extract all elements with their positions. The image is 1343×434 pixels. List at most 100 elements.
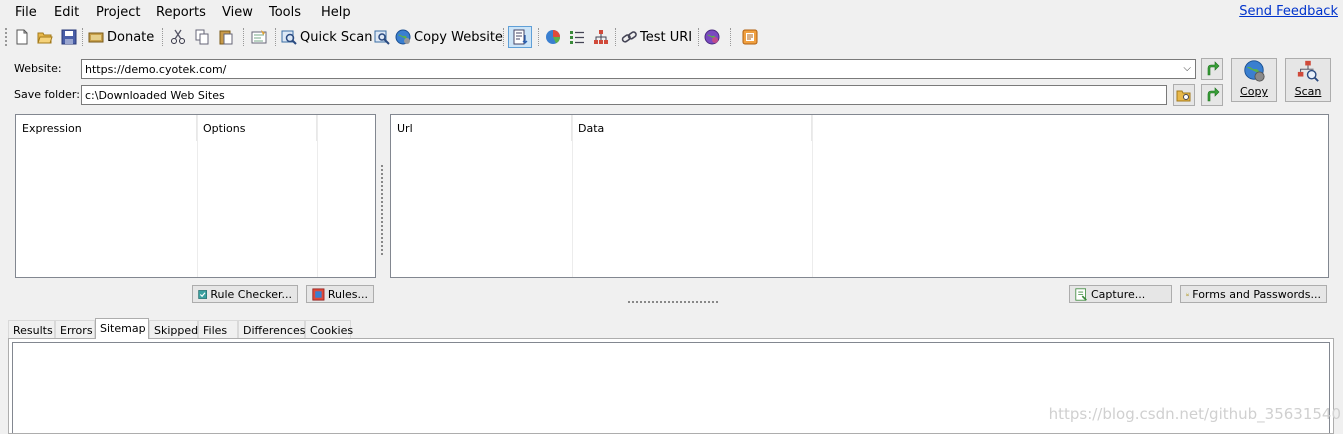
copy-icon (195, 29, 209, 45)
website-label: Website: (14, 62, 62, 75)
menu-project[interactable]: Project (96, 5, 140, 20)
folder-search-icon (1176, 90, 1191, 102)
properties-icon (251, 30, 267, 44)
list-icon (570, 31, 584, 44)
toolbar-separator (730, 28, 731, 46)
output-pane-icon (513, 29, 528, 45)
toolbar: Donate Quick Scan Copy Website Test URI (0, 24, 1343, 50)
cut-button[interactable] (170, 26, 186, 48)
menu-tools[interactable]: Tools (269, 5, 301, 20)
toolbar-separator (162, 28, 163, 46)
column-divider (572, 115, 573, 277)
menu-help[interactable]: Help (321, 5, 351, 20)
toolbar-separator (503, 28, 504, 46)
menu-bar: File Edit Project Reports View Tools Hel… (0, 0, 1343, 24)
forms-and-passwords-button[interactable]: Forms and Passwords... (1180, 285, 1327, 303)
watermark-text: https://blog.csdn.net/github_35631540 (1048, 405, 1341, 423)
column-url[interactable]: Url (391, 115, 572, 141)
copy-label: Copy (1240, 85, 1268, 98)
toolbar-separator (698, 28, 699, 46)
send-feedback-link[interactable]: Send Feedback (1239, 4, 1338, 19)
horizontal-splitter[interactable] (628, 301, 718, 304)
rules-button[interactable]: Rules... (306, 285, 374, 303)
vertical-splitter[interactable] (381, 165, 384, 255)
save-folder-input[interactable]: c:\Downloaded Web Sites (81, 85, 1167, 105)
tab-files[interactable]: Files (198, 320, 238, 338)
copy-website-big-button[interactable]: Copy (1231, 58, 1277, 102)
scan-sitemap-icon (1297, 60, 1319, 82)
column-divider (317, 115, 318, 277)
green-arrow-icon (1207, 61, 1220, 76)
rss-feed-button[interactable] (742, 26, 758, 48)
rules-list[interactable]: Expression Options (15, 114, 376, 278)
quick-scan-icon (281, 30, 297, 45)
green-arrow-icon (1207, 87, 1220, 102)
project-properties-button[interactable] (251, 26, 267, 48)
toolbar-grip[interactable] (5, 28, 7, 46)
statistics-button[interactable] (545, 26, 561, 48)
tab-results[interactable]: Results (8, 320, 55, 338)
toolbar-separator (538, 28, 539, 46)
save-folder-label: Save folder: (14, 88, 80, 101)
chevron-down-icon[interactable]: ⌵ (1183, 63, 1191, 74)
column-data[interactable]: Data (572, 115, 812, 141)
data-list[interactable]: Url Data (390, 114, 1329, 278)
donate-button[interactable]: Donate (88, 26, 154, 48)
menu-view[interactable]: View (222, 5, 253, 20)
column-expression[interactable]: Expression (16, 115, 197, 141)
link-chain-icon (621, 31, 637, 43)
menu-reports[interactable]: Reports (156, 5, 206, 20)
website-combobox[interactable]: https://demo.cyotek.com/ ⌵ (81, 59, 1196, 79)
browse-folder-button[interactable] (1173, 84, 1195, 106)
rules-icon (312, 287, 325, 301)
globe-icon (395, 29, 411, 45)
globe-gear-icon (704, 29, 720, 45)
capture-icon (1075, 287, 1087, 301)
tab-cookies[interactable]: Cookies (305, 320, 353, 338)
list-view-button[interactable] (569, 26, 585, 48)
paste-button[interactable] (218, 26, 234, 48)
scan-magnifier-icon (374, 30, 390, 45)
toolbar-separator (243, 28, 244, 46)
forms-key-icon (1186, 292, 1189, 296)
new-file-icon (16, 29, 28, 45)
globe-copy-icon (1244, 60, 1265, 82)
quick-scan-button[interactable]: Quick Scan (281, 26, 373, 48)
website-value: https://demo.cyotek.com/ (85, 62, 227, 76)
column-options[interactable]: Options (197, 115, 317, 141)
scan-label: Scan (1294, 85, 1322, 98)
tab-differences[interactable]: Differences (238, 320, 305, 338)
scan-big-button[interactable]: Scan (1285, 58, 1331, 102)
pie-chart-icon (546, 30, 560, 44)
rule-checker-icon (198, 289, 208, 299)
clipboard-icon (219, 30, 233, 45)
scissors-icon (171, 29, 185, 44)
rss-feed-icon (742, 29, 758, 45)
open-folder-go-button[interactable] (1201, 84, 1223, 106)
open-folder-icon (37, 32, 53, 44)
menu-file[interactable]: File (15, 5, 37, 20)
tab-skipped[interactable]: Skipped (149, 320, 198, 338)
column-divider (197, 115, 198, 277)
open-project-button[interactable] (37, 26, 53, 48)
copy-button[interactable] (194, 26, 210, 48)
menu-edit[interactable]: Edit (54, 5, 79, 20)
save-project-button[interactable] (61, 26, 77, 48)
website-go-button[interactable] (1201, 58, 1223, 80)
sitemap-tree-icon (594, 30, 608, 44)
donate-icon (88, 32, 104, 43)
tab-sitemap[interactable]: Sitemap (95, 318, 149, 339)
column-divider (812, 115, 813, 277)
rule-checker-button[interactable]: Rule Checker... (192, 285, 298, 303)
copy-website-scan-button[interactable] (374, 26, 390, 48)
new-project-button[interactable] (14, 26, 30, 48)
test-uri-button[interactable]: Test URI (621, 26, 692, 48)
sitemap-button[interactable] (593, 26, 609, 48)
web-tools-button[interactable] (704, 26, 720, 48)
toggle-output-button[interactable] (508, 26, 532, 48)
save-folder-value: c:\Downloaded Web Sites (85, 88, 225, 102)
capture-button[interactable]: Capture... (1069, 285, 1172, 303)
toolbar-separator (275, 28, 276, 46)
tab-errors[interactable]: Errors (55, 320, 95, 338)
copy-website-button[interactable]: Copy Website (395, 26, 503, 48)
